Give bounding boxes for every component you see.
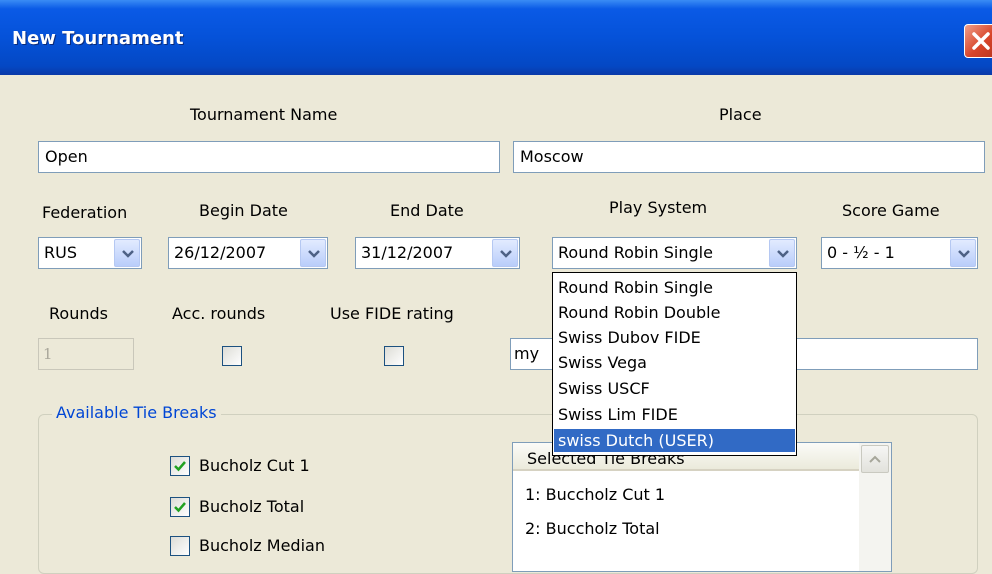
bucholz-total-label: Bucholz Total xyxy=(199,497,305,516)
federation-value: RUS xyxy=(44,243,77,262)
title-bar[interactable]: New Tournament xyxy=(0,0,992,75)
vertical-scrollbar[interactable] xyxy=(859,443,891,571)
scroll-up-button[interactable] xyxy=(861,445,889,473)
play-system-select[interactable]: Round Robin Single xyxy=(552,237,797,269)
use-fide-rating-checkbox[interactable] xyxy=(384,346,404,366)
play-system-options-list[interactable]: Round Robin Single Round Robin Double Sw… xyxy=(552,272,797,456)
play-system-option[interactable]: Swiss Dubov FIDE xyxy=(554,326,795,349)
checkmark-icon xyxy=(174,502,186,513)
chevron-down-icon xyxy=(308,250,320,258)
end-date-select[interactable]: 31/12/2007 xyxy=(355,237,520,269)
end-date-value: 31/12/2007 xyxy=(361,243,454,262)
begin-date-value: 26/12/2007 xyxy=(174,243,267,262)
play-system-option[interactable]: Swiss Lim FIDE xyxy=(554,403,795,426)
acc-rounds-checkbox[interactable] xyxy=(222,346,242,366)
window-title: New Tournament xyxy=(12,28,184,49)
play-system-option[interactable]: Round Robin Double xyxy=(554,301,795,324)
play-system-option[interactable]: Swiss USCF xyxy=(554,377,795,400)
close-icon xyxy=(972,32,990,50)
close-button[interactable] xyxy=(964,24,992,58)
play-system-value: Round Robin Single xyxy=(558,243,713,262)
tie-breaks-group-title: Available Tie Breaks xyxy=(52,403,221,422)
federation-select[interactable]: RUS xyxy=(38,237,142,269)
end-date-dropdown-button[interactable] xyxy=(492,239,518,267)
play-system-dropdown-button[interactable] xyxy=(769,239,795,267)
checkmark-icon xyxy=(174,461,186,472)
play-system-option-highlighted[interactable]: swiss Dutch (USER) xyxy=(554,429,795,452)
chevron-up-icon xyxy=(869,455,881,463)
play-system-label: Play System xyxy=(609,198,708,217)
score-game-value: 0 - ½ - 1 xyxy=(827,243,895,262)
begin-date-label: Begin Date xyxy=(199,201,288,220)
chevron-down-icon xyxy=(777,250,789,258)
end-date-label: End Date xyxy=(390,201,464,220)
place-label: Place xyxy=(719,105,762,124)
play-system-option[interactable]: Round Robin Single xyxy=(554,276,795,299)
score-game-label: Score Game xyxy=(842,201,940,220)
bucholz-total-checkbox[interactable] xyxy=(170,497,190,517)
score-game-select[interactable]: 0 - ½ - 1 xyxy=(821,237,978,269)
selected-tie-break-item[interactable]: 2: Buccholz Total xyxy=(525,519,660,538)
federation-label: Federation xyxy=(42,203,128,222)
bucholz-cut1-checkbox[interactable] xyxy=(170,456,190,476)
bucholz-cut1-label: Bucholz Cut 1 xyxy=(199,456,310,475)
acc-rounds-label: Acc. rounds xyxy=(172,304,266,323)
begin-date-select[interactable]: 26/12/2007 xyxy=(168,237,328,269)
place-field[interactable]: Moscow xyxy=(513,141,985,173)
chevron-down-icon xyxy=(122,250,134,258)
federation-dropdown-button[interactable] xyxy=(114,239,140,267)
rounds-label: Rounds xyxy=(49,304,108,323)
selected-tie-breaks-list[interactable]: Selected Tie Breaks 1: Buccholz Cut 1 2:… xyxy=(512,442,892,572)
score-game-dropdown-button[interactable] xyxy=(950,239,976,267)
selected-tie-break-item[interactable]: 1: Buccholz Cut 1 xyxy=(525,485,665,504)
tournament-name-label: Tournament Name xyxy=(190,105,338,124)
use-fide-rating-label: Use FIDE rating xyxy=(330,304,454,323)
chevron-down-icon xyxy=(958,250,970,258)
bucholz-median-checkbox[interactable] xyxy=(170,536,190,556)
tournament-name-field[interactable]: Open xyxy=(38,141,500,173)
chevron-down-icon xyxy=(500,250,512,258)
bucholz-median-label: Bucholz Median xyxy=(199,536,325,555)
play-system-option[interactable]: Swiss Vega xyxy=(554,351,795,374)
begin-date-dropdown-button[interactable] xyxy=(300,239,326,267)
rounds-field[interactable]: 1 xyxy=(38,338,134,370)
